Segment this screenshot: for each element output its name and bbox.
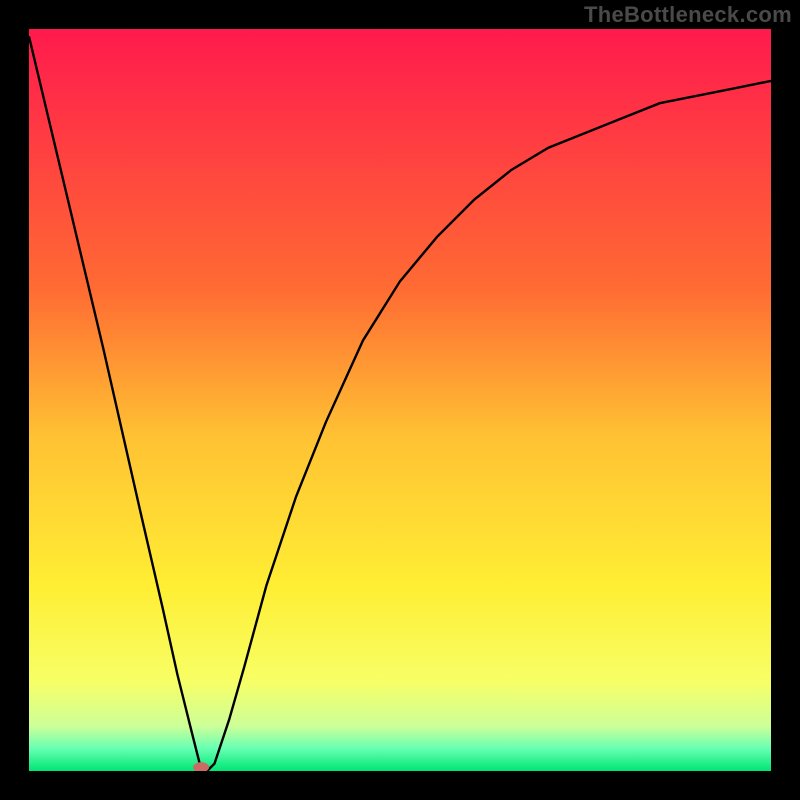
gradient-background <box>29 29 771 771</box>
watermark-text: TheBottleneck.com <box>584 2 792 28</box>
plot-area <box>29 29 771 771</box>
chart-svg <box>29 29 771 771</box>
chart-frame: TheBottleneck.com <box>0 0 800 800</box>
